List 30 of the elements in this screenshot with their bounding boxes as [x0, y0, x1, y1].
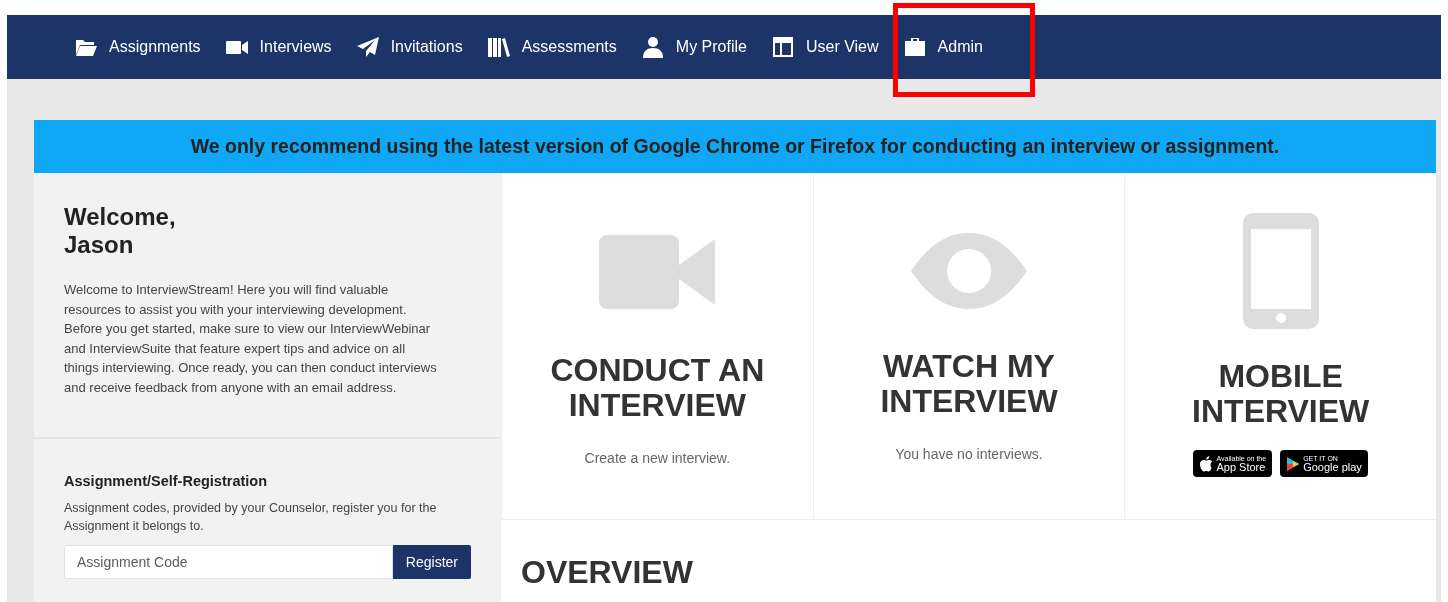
- phone-icon: [1242, 213, 1319, 330]
- books-icon: [486, 35, 511, 59]
- eye-icon: [911, 233, 1027, 310]
- card-title[interactable]: CONDUCT AN INTERVIEW: [550, 353, 765, 423]
- welcome-text: Welcome to InterviewStream! Here you will find valuable resources to assist you with your interviewing development. Before you get started, make sure to view our InterviewWebinar and InterviewSuite that feature expert tips and advice on all things interviewing. Once ready, you can then conduct interviews and receive feedback from anyone with an email address.: [64, 281, 438, 397]
- layout-icon: [770, 35, 795, 59]
- register-button[interactable]: Register: [392, 545, 471, 580]
- briefcase-icon: [902, 35, 927, 59]
- registration-text: Assignment codes, provided by your Counselor, register you for the Assignment it belongs to.: [64, 500, 438, 536]
- paper-plane-icon: [355, 35, 380, 59]
- nav-link[interactable]: Invitations: [343, 15, 475, 79]
- person-icon: [640, 35, 665, 59]
- video-camera-icon: [599, 235, 716, 310]
- nav-link[interactable]: My Profile: [628, 15, 759, 79]
- card-subtitle: Create a new interview.: [584, 449, 731, 469]
- nav-link[interactable]: Admin: [890, 15, 995, 79]
- assignment-code-field[interactable]: Assignment Code: [64, 545, 393, 580]
- nav-link[interactable]: Assignments: [62, 15, 213, 79]
- card-subtitle: You have no interviews.: [895, 445, 1043, 465]
- overview-heading: OVERVIEW: [521, 553, 694, 593]
- nav-link[interactable]: Assessments: [474, 15, 629, 79]
- welcome-heading: Welcome, Jason: [64, 203, 177, 259]
- registration-heading: Assignment/Self-Registration: [64, 472, 269, 492]
- nav-link[interactable]: User View: [758, 15, 891, 79]
- card-title[interactable]: MOBILE INTERVIEW: [1192, 359, 1370, 429]
- card-title[interactable]: WATCH MY INTERVIEW: [880, 349, 1058, 419]
- apple-icon: [1199, 455, 1214, 472]
- browser-notice-banner: We only recommend using the latest version of Google Chrome or Firefox for conducting an interview or assignment.: [34, 120, 1436, 174]
- nav-link[interactable]: Interviews: [212, 15, 344, 79]
- play-icon: [1286, 455, 1301, 472]
